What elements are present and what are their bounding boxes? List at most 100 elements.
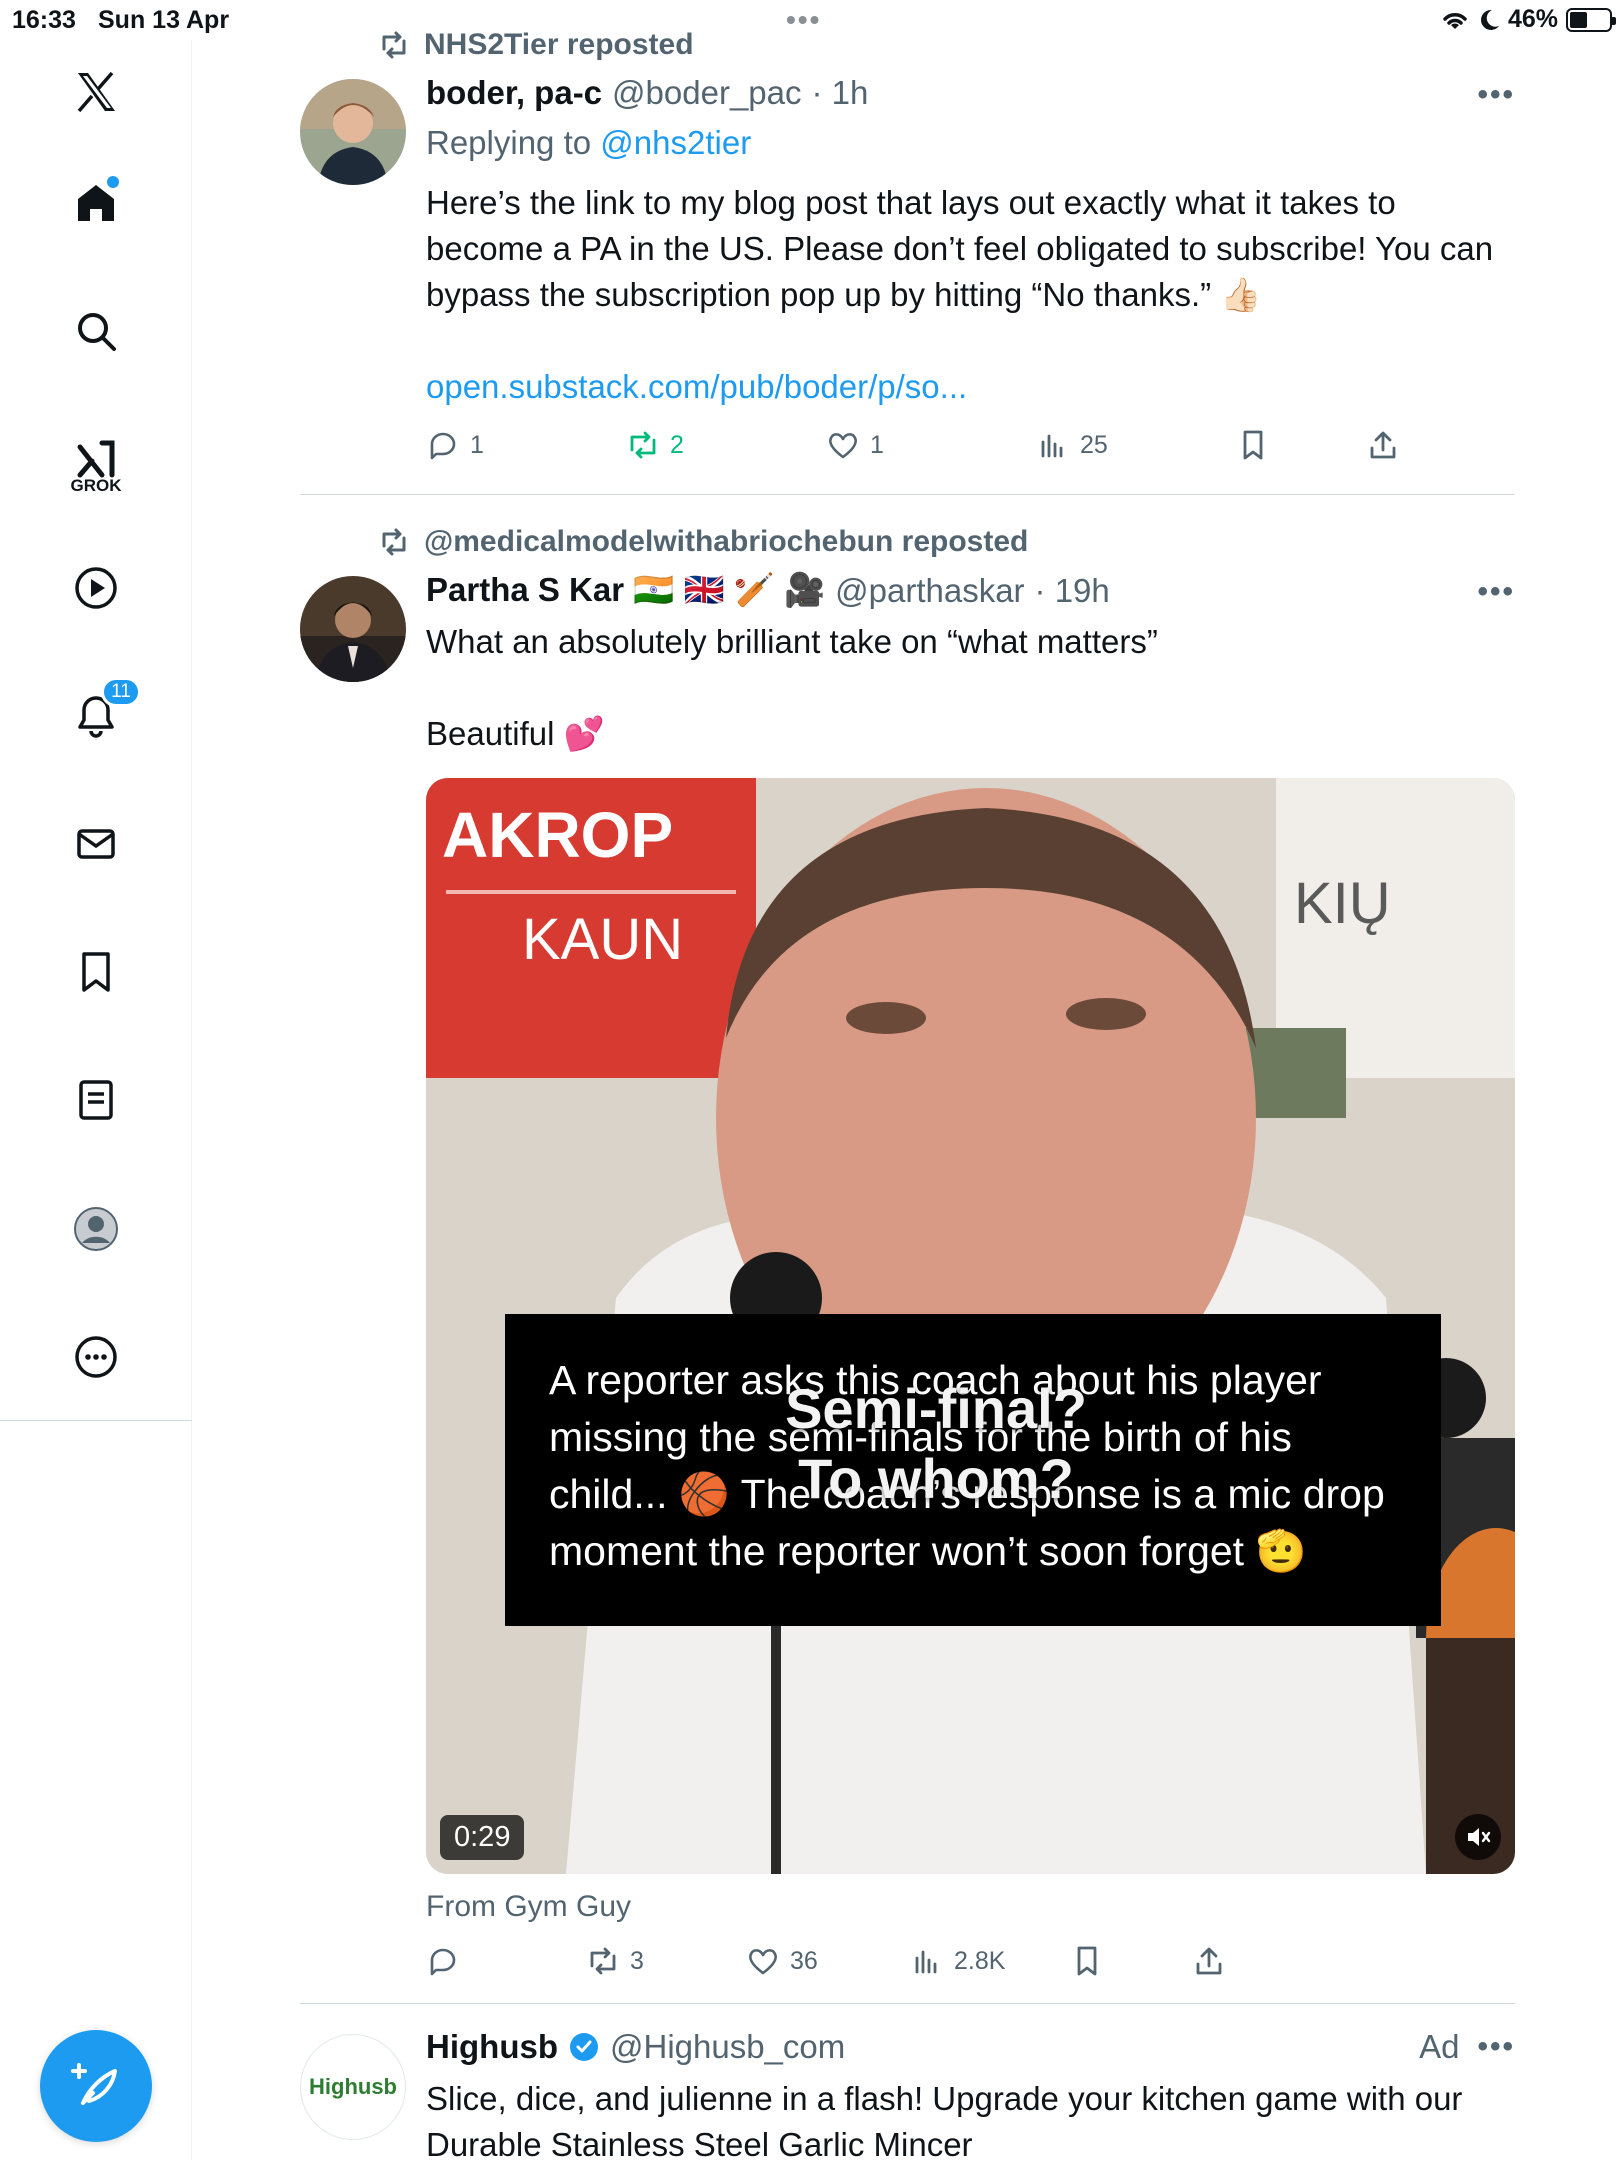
author-handle[interactable]: @boder_pac [612, 74, 801, 112]
reply-icon [430, 1948, 456, 1976]
repost-label[interactable]: @medicalmodelwithabriochebun reposted [424, 525, 1028, 559]
tweet-divider [300, 2003, 1515, 2004]
mail-icon [77, 829, 115, 859]
battery-icon [1566, 7, 1616, 32]
profile-avatar-icon [74, 1207, 118, 1251]
sidebar-item-profile[interactable] [55, 1188, 137, 1270]
multitask-dots-icon[interactable]: ••• [786, 4, 821, 36]
compose-button[interactable] [40, 2030, 152, 2142]
author-handle[interactable]: @parthaskar [835, 572, 1024, 610]
tweet-time[interactable]: · 19h [1035, 572, 1110, 610]
avatar[interactable] [300, 79, 406, 185]
avatar[interactable] [300, 576, 406, 682]
sidebar-item-notifications[interactable]: 11 [55, 675, 141, 757]
repost-icon [630, 431, 656, 459]
video-sign-text-2: KAUN [522, 907, 684, 972]
share-button[interactable] [1366, 428, 1400, 462]
more-options-icon[interactable]: ••• [1477, 575, 1515, 609]
views-button[interactable]: 2.8K [910, 1944, 1005, 1978]
more-options-icon[interactable]: ••• [1477, 78, 1515, 112]
status-time: 16:33 [12, 6, 76, 34]
mute-icon [1468, 1828, 1491, 1846]
sidebar-item-lists[interactable] [55, 1059, 137, 1141]
video-sign-text-3: KIŲ [1294, 871, 1391, 936]
reply-button[interactable] [426, 1944, 470, 1978]
repost-icon [382, 31, 406, 59]
bookmark-icon [82, 952, 110, 992]
reply-button[interactable]: 1 [426, 428, 484, 462]
media-source[interactable]: From Gym Guy [426, 1890, 631, 1924]
notification-badge: 11 [101, 677, 141, 707]
sidebar-separator [0, 1420, 192, 1421]
sidebar-divider [191, 40, 192, 2160]
video-player[interactable]: AKROP KAUN KIŲ A reporter asks this coac… [426, 778, 1515, 1874]
verified-badge-icon [569, 2033, 598, 2061]
moon-icon [1480, 9, 1499, 30]
view-count: 2.8K [954, 1946, 1006, 1975]
x-logo-icon[interactable] [55, 51, 137, 133]
like-button[interactable]: 36 [746, 1944, 818, 1978]
avatar[interactable]: Highusb [300, 2034, 406, 2140]
overlay-line-2: To whom? [798, 1447, 1074, 1510]
tweet-text-line-1: What an absolutely brilliant take on “wh… [426, 623, 1158, 660]
wifi-icon [1443, 12, 1467, 29]
tweet-divider [300, 494, 1515, 495]
video-duration: 0:29 [440, 1815, 525, 1860]
status-bar: 16:33 Sun 13 Apr ••• 46% [0, 0, 1620, 40]
home-unread-dot [107, 176, 119, 188]
tweet-time[interactable]: · 1h [812, 74, 869, 112]
video-sign-text-1: AKROP [442, 799, 674, 871]
tweet-header: boder, pa-c @boder_pac · 1h [426, 74, 868, 112]
more-options-icon[interactable]: ••• [1477, 2030, 1515, 2064]
author-name[interactable]: Highusb [426, 2028, 558, 2066]
sidebar-item-video[interactable] [55, 547, 137, 629]
play-icon [75, 567, 117, 609]
repost-button[interactable]: 2 [626, 428, 684, 462]
sidebar-item-more[interactable] [55, 1316, 137, 1398]
sidebar-item-bookmarks[interactable] [55, 931, 137, 1013]
repost-button[interactable]: 3 [586, 1944, 644, 1978]
author-name[interactable]: boder, pa-c [426, 74, 602, 112]
mute-button[interactable] [1455, 1814, 1501, 1860]
views-icon [1041, 434, 1063, 458]
repost-indicator: @medicalmodelwithabriochebun reposted [378, 525, 1028, 559]
video-overlay-text: Semi-final? To whom? [726, 1374, 1146, 1514]
sidebar-item-messages[interactable] [55, 803, 137, 885]
replying-to-prefix: Replying to [426, 124, 592, 161]
repost-count: 3 [630, 1946, 644, 1975]
views-button[interactable]: 25 [1036, 428, 1108, 462]
tweet-text: Here’s the link to my blog post that lay… [426, 184, 1494, 313]
bookmark-icon [1243, 430, 1263, 460]
ad-label: Ad [1419, 2028, 1460, 2065]
tweet-actions: 3 36 2.8K [426, 1944, 1426, 1984]
tweet-link[interactable]: open.substack.com/pub/boder/p/so... [426, 368, 967, 406]
tweet-text-line-2: Beautiful 💕 [426, 715, 605, 752]
author-name[interactable]: Partha S Kar 🇮🇳 🇬🇧 🏏 🎥 [426, 571, 825, 610]
ad-indicator: Ad ••• [1419, 2028, 1515, 2066]
repost-count: 2 [670, 430, 684, 459]
sidebar-item-grok[interactable]: GROK [55, 418, 137, 500]
tweet-text: Slice, dice, and julienne in a flash! Up… [426, 2080, 1463, 2160]
sidebar-item-home[interactable] [55, 162, 137, 244]
share-icon [1196, 1947, 1222, 1975]
reply-icon [430, 432, 456, 460]
reply-mention[interactable]: @nhs2tier [600, 124, 751, 161]
tweet-actions: 1 2 1 25 [426, 428, 1426, 468]
repost-label[interactable]: NHS2Tier reposted [424, 28, 694, 62]
repost-indicator: NHS2Tier reposted [378, 28, 694, 62]
bookmark-button[interactable] [1236, 428, 1270, 462]
heart-icon [749, 1949, 777, 1975]
sidebar-item-search[interactable] [55, 290, 137, 372]
replying-to: Replying to @nhs2tier [426, 124, 751, 162]
like-button[interactable]: 1 [826, 428, 884, 462]
bookmark-button[interactable] [1070, 1944, 1104, 1978]
search-icon [78, 313, 116, 351]
heart-icon [829, 433, 857, 459]
repost-icon [590, 1947, 616, 1975]
battery-percent: 46% [1507, 5, 1558, 33]
share-button[interactable] [1192, 1944, 1226, 1978]
grok-label: GROK [70, 476, 122, 495]
author-handle[interactable]: @Highusb_com [610, 2028, 845, 2066]
reply-count: 1 [470, 430, 484, 459]
more-circle-icon [75, 1336, 117, 1378]
